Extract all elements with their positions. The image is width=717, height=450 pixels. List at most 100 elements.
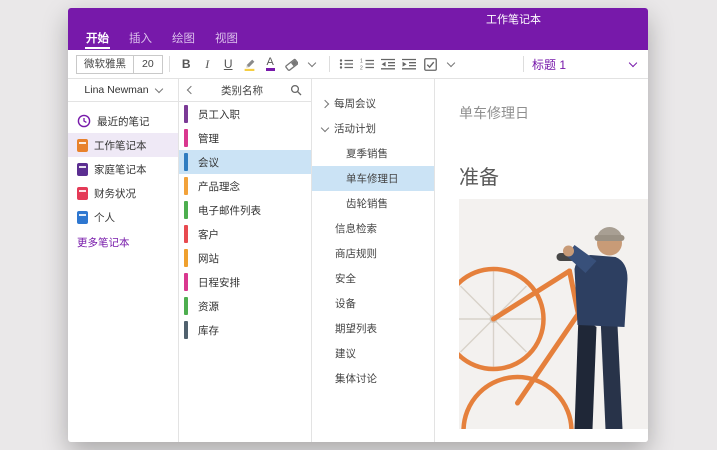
font-name-picker[interactable]: 微软雅黑 <box>76 55 134 74</box>
notebook-icon <box>77 211 88 224</box>
toolbar-divider <box>329 56 330 72</box>
page-wish-list[interactable]: 期望列表 <box>312 316 434 341</box>
account-name: Lina Newman <box>84 84 148 96</box>
page-canvas[interactable]: 单车修理日 准备 <box>435 79 648 442</box>
sidebar-item-label: 家庭笔记本 <box>94 162 147 177</box>
checkbox-icon <box>424 58 437 71</box>
page-info-search[interactable]: 信息检索 <box>312 216 434 241</box>
bullet-list-button[interactable] <box>337 54 356 74</box>
chevron-right-icon <box>321 99 329 107</box>
italic-button[interactable]: I <box>198 54 217 74</box>
more-font-options-button[interactable] <box>303 54 322 74</box>
clock-icon <box>77 114 91 128</box>
page-title[interactable]: 单车修理日 <box>459 103 529 123</box>
page-label: 单车修理日 <box>346 171 399 186</box>
desktop-background: 工作笔记本 开始 插入 绘图 视图 微软雅黑 20 B I U <box>0 0 717 450</box>
indent-button[interactable] <box>400 54 419 74</box>
section-color-bar <box>184 153 188 171</box>
more-notebooks-link[interactable]: 更多笔记本 <box>68 229 178 256</box>
section-color-bar <box>184 297 188 315</box>
tab-insert[interactable]: 插入 <box>119 28 162 50</box>
search-icon[interactable] <box>290 84 302 96</box>
todo-tag-button[interactable] <box>421 54 440 74</box>
section-website[interactable]: 网站 <box>179 246 311 270</box>
sidebar-item-label: 最近的笔记 <box>97 114 150 129</box>
section-label: 员工入职 <box>198 107 240 122</box>
bold-button[interactable]: B <box>177 54 196 74</box>
font-size-picker[interactable]: 20 <box>134 55 163 74</box>
font-color-button[interactable]: A <box>261 54 280 74</box>
sidebar-item-personal-notebook[interactable]: 个人 <box>68 205 178 229</box>
section-label: 管理 <box>198 131 219 146</box>
sidebar-item-recent-notes[interactable]: 最近的笔记 <box>68 109 178 133</box>
window-title: 工作笔记本 <box>486 11 541 27</box>
more-list-options-button[interactable] <box>442 54 461 74</box>
sidebar-item-label: 财务状况 <box>94 186 136 201</box>
indent-icon <box>402 58 416 70</box>
ribbon-tabs: 开始 插入 绘图 视图 <box>68 30 648 50</box>
section-color-bar <box>184 225 188 243</box>
page-label: 设备 <box>335 296 356 311</box>
page-safety[interactable]: 安全 <box>312 266 434 291</box>
page-store-rules[interactable]: 商店规则 <box>312 241 434 266</box>
page-suggestions[interactable]: 建议 <box>312 341 434 366</box>
highlighter-button[interactable] <box>240 54 259 74</box>
account-switcher[interactable]: Lina Newman <box>68 79 178 102</box>
section-customers[interactable]: 客户 <box>179 222 311 246</box>
section-label: 客户 <box>198 227 219 242</box>
sections-header: 类别名称 <box>179 79 311 102</box>
section-inventory[interactable]: 库存 <box>179 318 311 342</box>
svg-text:2: 2 <box>360 65 363 70</box>
section-meetings[interactable]: 会议 <box>179 150 311 174</box>
page-brainstorm[interactable]: 集体讨论 <box>312 366 434 391</box>
sidebar-item-label: 个人 <box>94 210 115 225</box>
section-color-bar <box>184 321 188 339</box>
italic-icon: I <box>205 57 209 72</box>
page-label: 齿轮销售 <box>346 196 388 211</box>
outdent-button[interactable] <box>379 54 398 74</box>
section-email-list[interactable]: 电子邮件列表 <box>179 198 311 222</box>
section-color-bar <box>184 201 188 219</box>
numbered-list-icon: 12 <box>360 58 374 70</box>
notebooks-list: 最近的笔记 工作笔记本 家庭笔记本 财务状况 <box>68 102 178 256</box>
tab-home[interactable]: 开始 <box>76 28 119 50</box>
section-resources[interactable]: 资源 <box>179 294 311 318</box>
section-label: 产品理念 <box>198 179 240 194</box>
page-bike-repair-day[interactable]: 单车修理日 <box>312 166 434 191</box>
onenote-window: 工作笔记本 开始 插入 绘图 视图 微软雅黑 20 B I U <box>68 8 648 442</box>
tab-draw[interactable]: 绘图 <box>162 28 205 50</box>
eraser-icon <box>285 58 298 71</box>
toolbar-divider <box>523 56 524 72</box>
underline-button[interactable]: U <box>219 54 238 74</box>
sidebar-item-family-notebook[interactable]: 家庭笔记本 <box>68 157 178 181</box>
section-label: 资源 <box>198 299 219 314</box>
style-picker[interactable]: 标题 1 <box>532 56 640 73</box>
sidebar-item-label: 工作笔记本 <box>94 138 147 153</box>
title-bar[interactable]: 工作笔记本 <box>68 8 648 30</box>
page-summer-sale[interactable]: 夏季销售 <box>312 141 434 166</box>
tab-view[interactable]: 视图 <box>205 28 248 50</box>
sidebar-item-work-notebook[interactable]: 工作笔记本 <box>68 133 178 157</box>
section-onboarding[interactable]: 员工入职 <box>179 102 311 126</box>
page-group-activity-plan[interactable]: 活动计划 <box>312 116 434 141</box>
underline-icon: U <box>224 57 233 71</box>
page-label: 安全 <box>335 271 356 286</box>
sidebar-item-finances-notebook[interactable]: 财务状况 <box>68 181 178 205</box>
page-gear-sale[interactable]: 齿轮销售 <box>312 191 434 216</box>
section-management[interactable]: 管理 <box>179 126 311 150</box>
toolbar-divider <box>169 56 170 72</box>
section-label: 会议 <box>198 155 219 170</box>
numbered-list-button[interactable]: 12 <box>358 54 377 74</box>
clear-formatting-button[interactable] <box>282 54 301 74</box>
section-schedule[interactable]: 日程安排 <box>179 270 311 294</box>
content-heading[interactable]: 准备 <box>459 161 499 190</box>
section-product-ideas[interactable]: 产品理念 <box>179 174 311 198</box>
chevron-down-icon <box>321 123 329 131</box>
page-equipment[interactable]: 设备 <box>312 291 434 316</box>
notebooks-sidebar: Lina Newman 最近的笔记 工作笔记本 <box>68 79 179 442</box>
page-label: 集体讨论 <box>335 371 377 386</box>
page-label: 商店规则 <box>335 246 377 261</box>
pages-pane: 每周会议 活动计划 夏季销售 单车修理日 齿轮销售 信息检索 <box>312 79 435 442</box>
page-group-weekly-meetings[interactable]: 每周会议 <box>312 91 434 116</box>
section-label: 日程安排 <box>198 275 240 290</box>
